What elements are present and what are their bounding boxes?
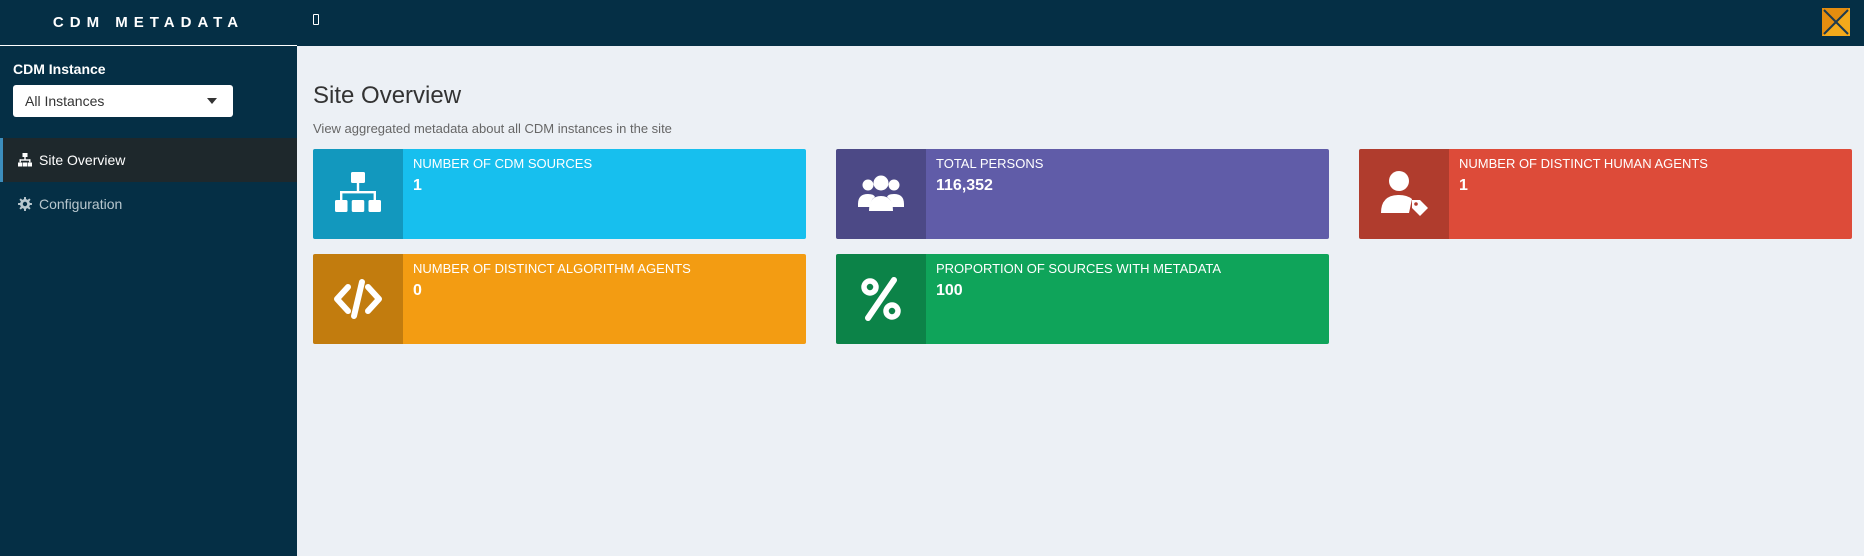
sidebar-toggle-icon[interactable] <box>313 14 319 25</box>
page-subtitle: View aggregated metadata about all CDM i… <box>313 121 672 136</box>
info-box-label: PROPORTION OF SOURCES WITH METADATA <box>936 261 1222 276</box>
instance-label: CDM Instance <box>13 61 106 77</box>
percent-icon <box>861 277 901 321</box>
info-box-cdm-sources: NUMBER OF CDM SOURCES 1 <box>313 149 806 239</box>
user-tag-icon <box>1381 171 1428 216</box>
app-logo-icon <box>1822 8 1850 36</box>
sitemap-icon <box>18 153 32 167</box>
info-box-label: NUMBER OF DISTINCT HUMAN AGENTS <box>1459 156 1708 171</box>
info-box-value: 100 <box>936 282 963 299</box>
info-box-label: NUMBER OF DISTINCT ALGORITHM AGENTS <box>413 261 691 276</box>
info-box-algorithm-agents: NUMBER OF DISTINCT ALGORITHM AGENTS 0 <box>313 254 806 344</box>
info-box-value: 1 <box>1459 177 1468 194</box>
sidebar-item-label: Site Overview <box>39 152 126 168</box>
code-icon <box>334 279 382 319</box>
info-box-value: 0 <box>413 282 422 299</box>
sidebar: CDM Instance All Instances Site Overview <box>0 46 297 556</box>
sidebar-item-site-overview[interactable]: Site Overview <box>0 138 297 182</box>
instance-select[interactable]: All Instances <box>13 85 233 117</box>
users-icon <box>858 175 904 211</box>
top-navbar <box>297 0 1864 46</box>
sidebar-item-configuration[interactable]: Configuration <box>0 182 297 226</box>
info-box-value: 1 <box>413 177 422 194</box>
sitemap-icon <box>335 172 381 212</box>
gear-icon <box>18 197 32 211</box>
info-box-value: 116,352 <box>936 177 993 194</box>
info-box-label: NUMBER OF CDM SOURCES <box>413 156 593 171</box>
info-box-label: TOTAL PERSONS <box>936 156 1044 171</box>
sidebar-item-label: Configuration <box>39 196 123 212</box>
info-box-total-persons: TOTAL PERSONS 116,352 <box>836 149 1329 239</box>
info-box-proportion-metadata: PROPORTION OF SOURCES WITH METADATA 100 <box>836 254 1329 344</box>
instance-select-value: All Instances <box>25 93 105 109</box>
app-title: CDM METADATA <box>0 0 297 46</box>
page-title: Site Overview <box>313 82 462 109</box>
chevron-down-icon <box>207 98 217 104</box>
info-box-human-agents: NUMBER OF DISTINCT HUMAN AGENTS 1 <box>1359 149 1852 239</box>
